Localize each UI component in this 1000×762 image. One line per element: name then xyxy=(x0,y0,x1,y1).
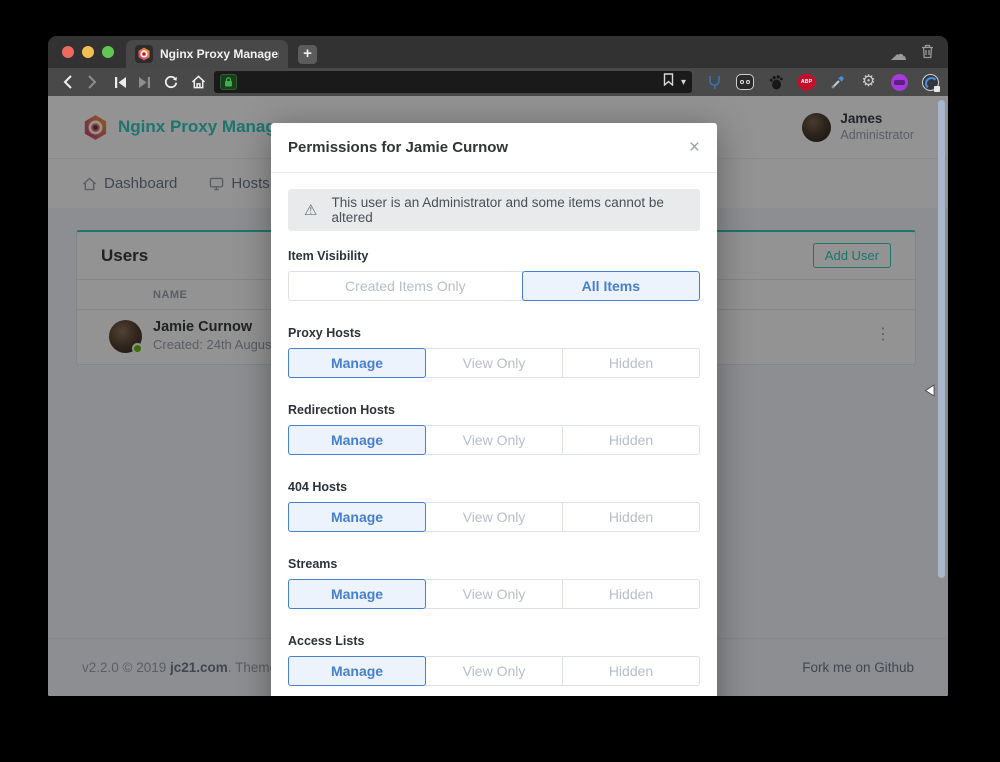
permissions-modal: Permissions for Jamie Curnow × ⚠ This us… xyxy=(271,123,717,696)
minimize-window-button[interactable] xyxy=(82,46,94,58)
color-picker-extension-icon[interactable] xyxy=(828,73,847,92)
modal-title: Permissions for Jamie Curnow xyxy=(288,139,508,156)
section-label-redirection-hosts: Redirection Hosts xyxy=(288,403,700,417)
proxy-hosts-manage-button[interactable]: Manage xyxy=(288,348,426,378)
warning-text: This user is an Administrator and some i… xyxy=(331,195,684,225)
trash-icon[interactable] xyxy=(921,44,934,64)
adblock-plus-extension-icon[interactable]: ABP xyxy=(798,74,815,91)
extension-icons: ABP ⚙ xyxy=(705,73,940,92)
container-tabs-extension-icon[interactable] xyxy=(736,74,754,90)
new-tab-button[interactable]: + xyxy=(298,45,317,64)
visibility-created-items-button[interactable]: Created Items Only xyxy=(288,271,523,301)
visibility-all-items-button[interactable]: All Items xyxy=(522,271,700,301)
browser-tab-bar: Nginx Proxy Manager + ☁ xyxy=(48,36,948,68)
redirection-hosts-group: Manage View Only Hidden xyxy=(288,425,700,455)
home-button[interactable] xyxy=(186,71,210,93)
session-forward-button[interactable] xyxy=(132,71,156,93)
access-lists-manage-button[interactable]: Manage xyxy=(288,656,426,686)
404-hosts-hidden-button[interactable]: Hidden xyxy=(562,502,700,532)
proxy-hosts-view-only-button[interactable]: View Only xyxy=(425,348,563,378)
section-label-item-visibility: Item Visibility xyxy=(288,249,700,263)
close-window-button[interactable] xyxy=(62,46,74,58)
back-button[interactable] xyxy=(56,71,80,93)
mouse-cursor xyxy=(924,384,935,402)
proxy-hosts-group: Manage View Only Hidden xyxy=(288,348,700,378)
close-icon[interactable]: × xyxy=(689,138,700,157)
gnome-foot-extension-icon[interactable] xyxy=(766,73,785,92)
npm-logo-icon xyxy=(137,47,151,61)
admin-warning-alert: ⚠ This user is an Administrator and some… xyxy=(288,189,700,231)
proxy-hosts-hidden-button[interactable]: Hidden xyxy=(562,348,700,378)
forward-button[interactable] xyxy=(80,71,104,93)
history-cleaner-extension-icon[interactable] xyxy=(922,74,939,91)
bookmarks-dropdown-caret[interactable]: ▾ xyxy=(681,77,686,88)
zoom-window-button[interactable] xyxy=(102,46,114,58)
gear-extension-icon[interactable]: ⚙ xyxy=(859,73,878,92)
page-scrollbar-thumb[interactable] xyxy=(938,100,945,578)
redirection-hosts-manage-button[interactable]: Manage xyxy=(288,425,426,455)
fork-extension-icon[interactable] xyxy=(705,73,724,92)
warning-icon: ⚠ xyxy=(304,203,317,218)
404-hosts-group: Manage View Only Hidden xyxy=(288,502,700,532)
tab-title: Nginx Proxy Manager xyxy=(160,47,279,61)
404-hosts-view-only-button[interactable]: View Only xyxy=(425,502,563,532)
browser-tab[interactable]: Nginx Proxy Manager xyxy=(126,40,288,68)
redirection-hosts-hidden-button[interactable]: Hidden xyxy=(562,425,700,455)
access-lists-view-only-button[interactable]: View Only xyxy=(425,656,563,686)
session-back-button[interactable] xyxy=(108,71,132,93)
window-controls xyxy=(48,36,126,68)
section-label-404-hosts: 404 Hosts xyxy=(288,480,700,494)
privacy-badger-extension-icon[interactable] xyxy=(891,74,908,91)
access-lists-group: Manage View Only Hidden xyxy=(288,656,700,686)
reload-button[interactable] xyxy=(159,71,183,93)
access-lists-hidden-button[interactable]: Hidden xyxy=(562,656,700,686)
browser-toolbar: ▾ ABP ⚙ xyxy=(48,68,948,96)
404-hosts-manage-button[interactable]: Manage xyxy=(288,502,426,532)
url-bar[interactable]: ▾ xyxy=(214,71,692,93)
page-viewport: Nginx Proxy Manager James Administrator … xyxy=(48,96,948,696)
streams-group: Manage View Only Hidden xyxy=(288,579,700,609)
secure-lock-icon[interactable] xyxy=(220,74,237,90)
sync-cloud-icon[interactable]: ☁ xyxy=(890,46,907,63)
browser-window: Nginx Proxy Manager + ☁ xyxy=(48,36,948,696)
streams-view-only-button[interactable]: View Only xyxy=(425,579,563,609)
tab-favicon xyxy=(135,45,153,63)
bookmark-icon[interactable] xyxy=(663,73,674,91)
item-visibility-group: Created Items Only All Items xyxy=(288,271,700,301)
section-label-access-lists: Access Lists xyxy=(288,634,700,648)
streams-manage-button[interactable]: Manage xyxy=(288,579,426,609)
section-label-proxy-hosts: Proxy Hosts xyxy=(288,326,700,340)
streams-hidden-button[interactable]: Hidden xyxy=(562,579,700,609)
section-label-streams: Streams xyxy=(288,557,700,571)
redirection-hosts-view-only-button[interactable]: View Only xyxy=(425,425,563,455)
